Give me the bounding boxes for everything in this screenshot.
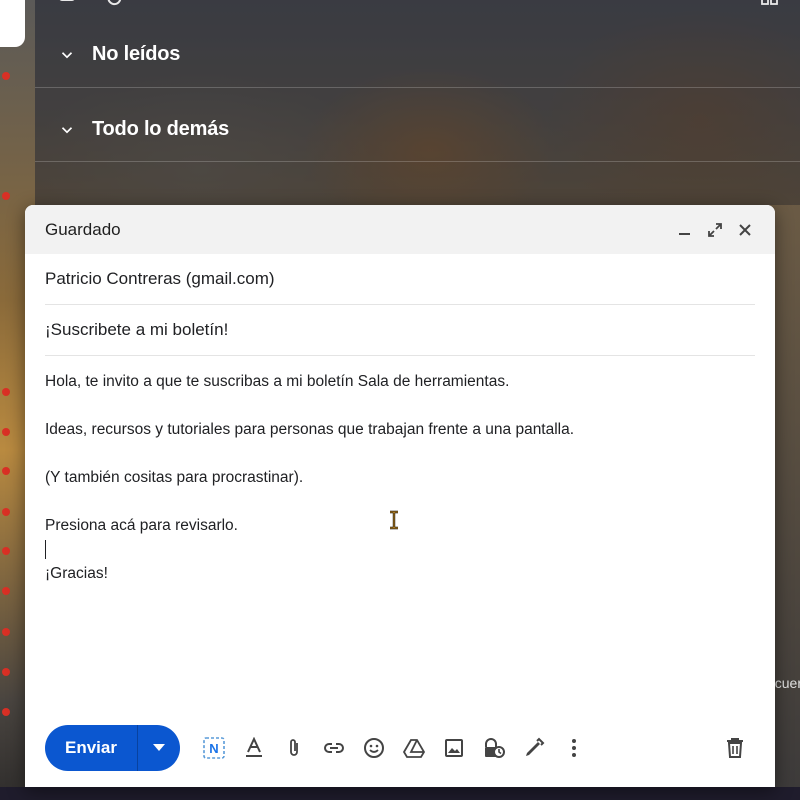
drive-icon[interactable] [394, 728, 434, 768]
confidential-mode-icon[interactable] [474, 728, 514, 768]
body-line: Hola, te invito a que te suscribas a mi … [45, 373, 510, 390]
ibeam-cursor-icon [390, 510, 398, 530]
divider [35, 161, 800, 162]
chevron-down-icon [61, 126, 73, 133]
send-button-group: Enviar [45, 725, 180, 771]
compose-toolbar: Enviar N [45, 725, 755, 771]
unread-dot [2, 587, 10, 595]
compose-header[interactable]: Guardado [25, 205, 775, 254]
section-unread[interactable]: No leídos [58, 43, 180, 66]
taskbar [0, 787, 800, 800]
section-everything-else[interactable]: Todo lo demás [58, 118, 229, 141]
expand-icon[interactable] [705, 220, 725, 240]
inbox-toolbar-icons[interactable] [58, 0, 208, 10]
body-line: Presiona acá para revisarlo. [45, 517, 238, 534]
compose-window: Guardado Patricio Contreras (gmail.com) … [25, 205, 775, 787]
compose-title: Guardado [45, 219, 121, 239]
unread-dot [2, 428, 10, 436]
body-line: ¡Gracias! [45, 565, 108, 582]
more-options-icon[interactable] [554, 728, 594, 768]
truncated-email-text: cuer [774, 675, 800, 691]
link-icon[interactable] [314, 728, 354, 768]
body-line: Ideas, recursos y tutoriales para person… [45, 421, 575, 438]
attach-icon[interactable] [274, 728, 314, 768]
inbox-list-overlay [35, 0, 800, 205]
unread-dot [2, 467, 10, 475]
caret-down-icon [152, 744, 165, 751]
section-label: Todo lo demás [92, 118, 230, 140]
unread-dot [2, 72, 10, 80]
unread-dot [2, 628, 10, 636]
unread-dot [2, 547, 10, 555]
svg-text:N: N [209, 741, 218, 756]
text-cursor [45, 540, 46, 560]
section-label: No leídos [92, 43, 181, 65]
unread-dot [2, 388, 10, 396]
chevron-down-icon [61, 51, 73, 58]
signature-icon[interactable] [514, 728, 554, 768]
schedule-send-button[interactable] [138, 725, 180, 771]
trash-icon[interactable] [715, 728, 755, 768]
send-button[interactable]: Enviar [45, 725, 137, 771]
body-line: (Y también cositas para procrastinar). [45, 469, 304, 486]
recipient-field[interactable]: Patricio Contreras (gmail.com) [45, 254, 755, 305]
text-format-icon[interactable] [234, 728, 274, 768]
unread-dot [2, 192, 10, 200]
subject-value: ¡Suscribete a mi boletín! [45, 320, 229, 339]
emoji-icon[interactable] [354, 728, 394, 768]
image-icon[interactable] [434, 728, 474, 768]
message-body[interactable]: Hola, te invito a que te suscribas a mi … [25, 356, 775, 586]
settings-tray-icon[interactable] [760, 0, 780, 8]
divider [35, 87, 800, 88]
close-icon[interactable] [735, 220, 755, 240]
subject-field[interactable]: ¡Suscribete a mi boletín! [45, 305, 755, 356]
unread-dot [2, 708, 10, 716]
recipient-value: Patricio Contreras (gmail.com) [45, 269, 275, 288]
unread-dot [2, 668, 10, 676]
unread-dot [2, 508, 10, 516]
minimize-icon[interactable] [675, 220, 695, 240]
smart-compose-icon[interactable]: N [194, 728, 234, 768]
left-panel-corner [0, 0, 25, 47]
